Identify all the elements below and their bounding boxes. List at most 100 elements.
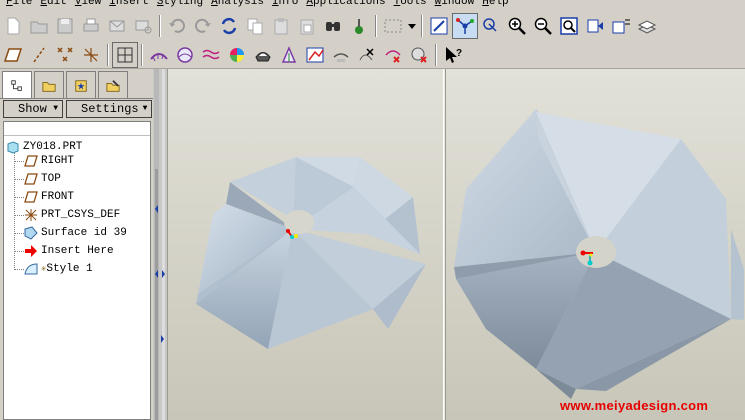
settings-button[interactable]: Settings ▼ [66,100,152,118]
toolbar-separator [375,14,377,37]
tree-item-top[interactable]: TOP [24,170,61,188]
csys-y-axis [290,235,294,239]
navigator-panel: Show ▼ Settings ▼ ZY018.PRT RIGHT TOP FR… [0,69,157,420]
menu-help[interactable]: Help [480,0,514,9]
menu-tools[interactable]: Tools [392,0,433,9]
open-icon[interactable] [26,13,52,39]
spin-center-icon[interactable] [452,12,478,39]
tree-item-surface[interactable]: Surface id 39 [24,224,127,242]
insert-arrow-icon [25,245,37,257]
dropdown-arrow-icon: ▼ [142,104,148,113]
save-icon[interactable] [52,13,78,39]
datum-axis-display-icon[interactable] [26,42,52,68]
paste-special-icon[interactable] [294,13,320,39]
model-tree-tab-icon [11,79,22,91]
delete-all-icon[interactable] [380,42,406,68]
csys-icon [25,209,37,221]
csys-z-axis [294,234,298,238]
show-button[interactable]: Show ▼ [3,100,63,118]
menu-analysis[interactable]: Analysis [209,0,270,9]
dropdown-arrow-icon: ▼ [53,104,58,113]
toolbar-separator [159,14,161,37]
menu-edit[interactable]: Edit [38,0,72,9]
panel-splitter[interactable] [153,69,167,420]
tree-item-front[interactable]: FRONT [24,188,74,206]
copy-icon[interactable] [242,13,268,39]
main-toolbar [0,9,745,43]
paste-icon[interactable] [268,13,294,39]
surface-icon [24,226,38,240]
surface-analysis-icon[interactable] [172,42,198,68]
slope-icon[interactable] [302,42,328,68]
tree-item-csys[interactable]: PRT_CSYS_DEF [24,206,120,224]
navigator-tabs [2,71,128,99]
toolbar-separator [421,14,423,37]
repaint-icon[interactable] [426,13,452,39]
shade-icon[interactable] [224,42,250,68]
menu-insert[interactable]: Insert [107,0,155,9]
datum-toolbar: ? [0,42,745,69]
tab-model-tree[interactable] [2,71,32,99]
undo-icon[interactable] [164,13,190,39]
tab-connections[interactable] [98,71,128,99]
sketcher-grid-icon[interactable] [112,42,138,68]
dropdown-icon[interactable] [406,13,418,39]
curvature-icon[interactable] [146,42,172,68]
select-box-icon[interactable] [380,13,406,39]
menu-info[interactable]: Info [270,0,304,9]
draft-icon[interactable] [250,42,276,68]
datum-plane-icon [24,191,38,203]
tab-folder-browser[interactable] [34,71,64,99]
csys-origin [580,250,586,256]
toolbar-separator [107,44,109,66]
settings-label: Settings [81,102,139,116]
email-attach-icon[interactable] [130,13,156,39]
impeller-model-view-2[interactable] [446,69,745,420]
model-tree: ZY018.PRT RIGHT TOP FRONT PRT_CSYS_DEF S… [3,121,151,420]
email-icon[interactable] [104,13,130,39]
delete-shade-icon[interactable] [406,42,432,68]
zoom-in-icon[interactable] [504,13,530,39]
zoom-out-icon[interactable] [530,13,556,39]
menu-file[interactable]: File [4,0,38,9]
datum-plane-icon [24,155,38,167]
datum-point-display-icon[interactable] [52,42,78,68]
menu-bar: File Edit View Insert Styling Analysis I… [0,0,745,9]
delete-analysis-icon[interactable] [354,42,380,68]
csys-display-icon[interactable] [78,42,104,68]
orient-icon[interactable] [582,13,608,39]
toolbar-separator [435,44,437,66]
menu-view[interactable]: View [73,0,107,9]
tab-favorites[interactable] [66,71,96,99]
saved-views-icon[interactable] [608,13,634,39]
watermark: www.meiyadesign.com [560,398,709,413]
tree-item-insert-here[interactable]: Insert Here [24,242,114,260]
tree-item-label: Surface id 39 [41,227,127,239]
menu-window[interactable]: Window [433,0,481,9]
tree-item-label: RIGHT [41,155,75,167]
datum-display-icon[interactable] [478,13,504,39]
graphics-window-2[interactable] [446,69,745,420]
regenerate-icon[interactable] [216,13,242,39]
offset-icon[interactable] [328,42,354,68]
menu-styling[interactable]: Styling [155,0,209,9]
tree-item-style[interactable]: ✳ Style 1 [24,260,93,278]
impeller-model-view-1[interactable] [168,69,444,420]
splitter-grip [154,69,165,420]
dihedral-icon[interactable] [276,42,302,68]
redo-icon[interactable] [190,13,216,39]
svg-text:?: ? [456,48,462,59]
reflection-icon[interactable] [198,42,224,68]
model-tree-icon[interactable] [346,13,372,39]
refit-icon[interactable] [556,13,582,39]
tree-item-right[interactable]: RIGHT [24,152,74,170]
context-help-icon[interactable]: ? [440,42,466,68]
tree-item-label: Style 1 [46,263,93,275]
datum-plane-display-icon[interactable] [0,42,26,68]
layers-icon[interactable] [634,13,660,39]
menu-applications[interactable]: Applications [304,0,391,9]
find-icon[interactable] [320,13,346,39]
print-icon[interactable] [78,13,104,39]
new-icon[interactable] [0,13,26,39]
graphics-window-1[interactable] [167,69,443,420]
